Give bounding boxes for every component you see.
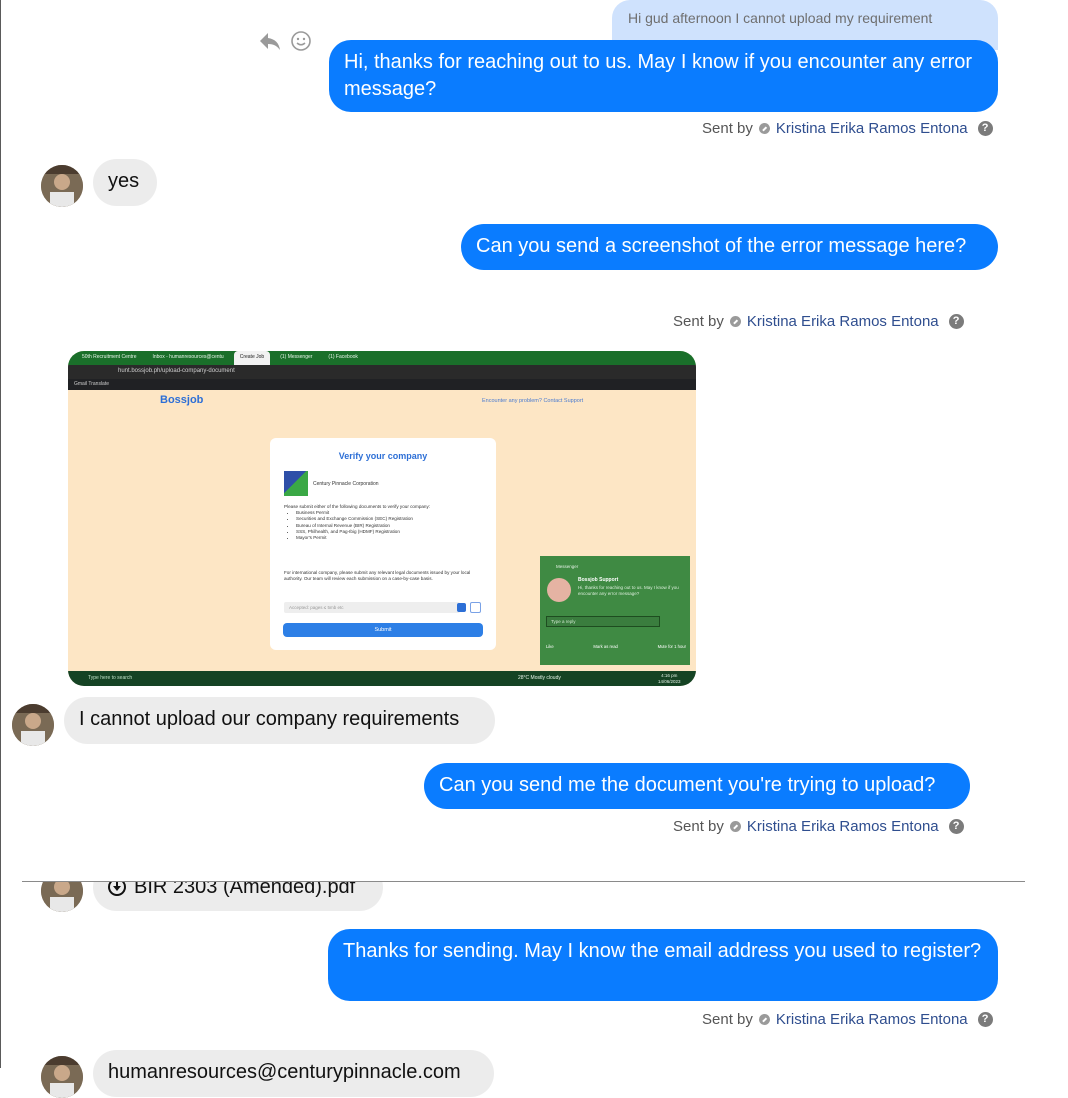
check-circle-icon	[729, 821, 741, 832]
messenger-actions: Like Mark as read Mute for 1 hour	[546, 644, 686, 649]
avatar[interactable]	[12, 704, 54, 746]
messenger-action: Mute for 1 hour	[657, 644, 686, 649]
browser-tab-bar: 50th Recruitment Centre Inbox - humanres…	[68, 351, 696, 365]
help-icon[interactable]: ?	[977, 1012, 993, 1027]
messenger-message: Hi, thanks for reaching out to us. May I…	[578, 585, 679, 596]
check-circle-icon	[729, 316, 741, 327]
sent-by-prefix: Sent by	[673, 313, 724, 330]
avatar[interactable]	[41, 882, 83, 912]
sent-by-prefix: Sent by	[702, 120, 753, 137]
divider	[22, 881, 1025, 882]
file-attachment[interactable]: BIR 2303 (Amended).pdf	[93, 882, 383, 911]
submit-button: Submit	[283, 623, 483, 637]
upload-button	[457, 603, 466, 612]
taskbar-search: Type here to search	[88, 675, 133, 681]
incoming-message[interactable]: I cannot upload our company requirements	[64, 697, 495, 744]
smiley-icon[interactable]	[290, 30, 312, 57]
browser-url-bar: hunt.bossjob.ph/upload-company-document	[68, 365, 696, 379]
list-item: Mayor's Permit	[296, 535, 484, 541]
help-icon[interactable]: ?	[948, 314, 964, 329]
agent-name[interactable]: Kristina Erika Ramos Entona	[776, 1011, 968, 1028]
sent-by-prefix: Sent by	[673, 818, 724, 835]
verify-instructions: Please submit either of the following do…	[284, 504, 484, 541]
message-text: Thanks for sending. May I know the email…	[343, 940, 982, 962]
messenger-avatar	[547, 578, 571, 602]
support-link: Encounter any problem? Contact Support	[482, 398, 584, 404]
message-text: Can you send me the document you're tryi…	[439, 774, 936, 796]
browser-tab: 50th Recruitment Centre	[82, 354, 137, 360]
messenger-action: Like	[546, 644, 554, 649]
incoming-message[interactable]: yes	[93, 159, 157, 206]
sent-by-prefix: Sent by	[702, 1011, 753, 1028]
sent-by-line: Sent by Kristina Erika Ramos Entona ?	[673, 313, 964, 330]
company-name: Century Pinnacle Corporation	[313, 481, 379, 487]
reply-icon[interactable]	[258, 30, 282, 57]
help-icon[interactable]: ?	[948, 819, 964, 834]
messenger-title: Messenger	[556, 564, 579, 569]
verify-card: Verify your company Century Pinnacle Cor…	[270, 438, 496, 650]
international-note: For international company, please submit…	[284, 570, 471, 582]
messenger-popup: Messenger Bossjob Support Hi, thanks for…	[540, 556, 690, 665]
browser-tab: (1) Facebook	[328, 354, 358, 360]
incoming-message[interactable]: humanresources@centurypinnacle.com	[93, 1050, 494, 1097]
outgoing-message[interactable]: Thanks for sending. May I know the email…	[328, 929, 998, 1001]
taskbar-date: 14/06/2023	[658, 678, 681, 684]
taskbar-time: 4:16 pm	[661, 673, 678, 678]
bossjob-logo: Bossjob	[160, 394, 204, 406]
outgoing-message[interactable]: Hi, thanks for reaching out to us. May I…	[329, 40, 998, 112]
messenger-sender: Bossjob Support	[578, 577, 619, 583]
help-icon[interactable]: ?	[977, 121, 993, 136]
browser-tab: (1) Messenger	[280, 354, 313, 360]
agent-name[interactable]: Kristina Erika Ramos Entona	[747, 818, 939, 835]
message-text: yes	[108, 170, 140, 192]
outgoing-message[interactable]: Can you send me the document you're tryi…	[424, 763, 970, 809]
taskbar-clock: 4:16 pm 14/06/2023	[658, 673, 681, 684]
browser-bookmarks: Gmail Translate	[68, 379, 696, 390]
sent-by-line: Sent by Kristina Erika Ramos Entona ?	[702, 1011, 993, 1028]
avatar[interactable]	[41, 1056, 83, 1098]
agent-name[interactable]: Kristina Erika Ramos Entona	[776, 120, 968, 137]
attached-screenshot[interactable]: 50th Recruitment Centre Inbox - humanres…	[68, 351, 696, 686]
download-icon[interactable]	[108, 882, 126, 896]
taskbar-weather: 28°C Mostly cloudy	[518, 675, 561, 681]
sent-by-line: Sent by Kristina Erika Ramos Entona ?	[673, 818, 964, 835]
browser-tab: Create Job	[233, 351, 271, 365]
browser-url: hunt.bossjob.ph/upload-company-document	[118, 368, 235, 374]
agent-name[interactable]: Kristina Erika Ramos Entona	[747, 313, 939, 330]
outgoing-message[interactable]: Can you send a screenshot of the error m…	[461, 224, 998, 270]
documents-list: Business Permit Securities and Exchange …	[284, 510, 484, 541]
message-text: Can you send a screenshot of the error m…	[476, 235, 967, 257]
messenger-action: Mark as read	[593, 644, 618, 649]
check-circle-icon	[758, 1014, 770, 1025]
upload-field: Accepted: pages ≤ 5mb etc	[284, 602, 460, 613]
message-actions	[258, 30, 312, 57]
messenger-reply-field: Type a reply	[546, 616, 660, 627]
file-name[interactable]: BIR 2303 (Amended).pdf	[134, 882, 355, 901]
avatar[interactable]	[41, 165, 83, 207]
windows-taskbar: Type here to search 28°C Mostly cloudy 4…	[68, 671, 696, 686]
browser-tab: Inbox - humanresources@centu	[152, 354, 224, 360]
check-circle-icon	[758, 123, 770, 134]
remove-file-button	[470, 602, 481, 613]
verify-title: Verify your company	[338, 451, 428, 461]
message-text: I cannot upload our company requirements	[79, 708, 460, 730]
message-text: Hi, thanks for reaching out to us. May I…	[344, 51, 973, 100]
sent-by-line: Sent by Kristina Erika Ramos Entona ?	[702, 120, 993, 137]
file-message-row: BIR 2303 (Amended).pdf	[0, 882, 1068, 912]
message-text: humanresources@centurypinnacle.com	[108, 1061, 461, 1083]
quoted-message-text: Hi gud afternoon I cannot upload my requ…	[628, 10, 933, 26]
company-logo	[284, 471, 308, 496]
